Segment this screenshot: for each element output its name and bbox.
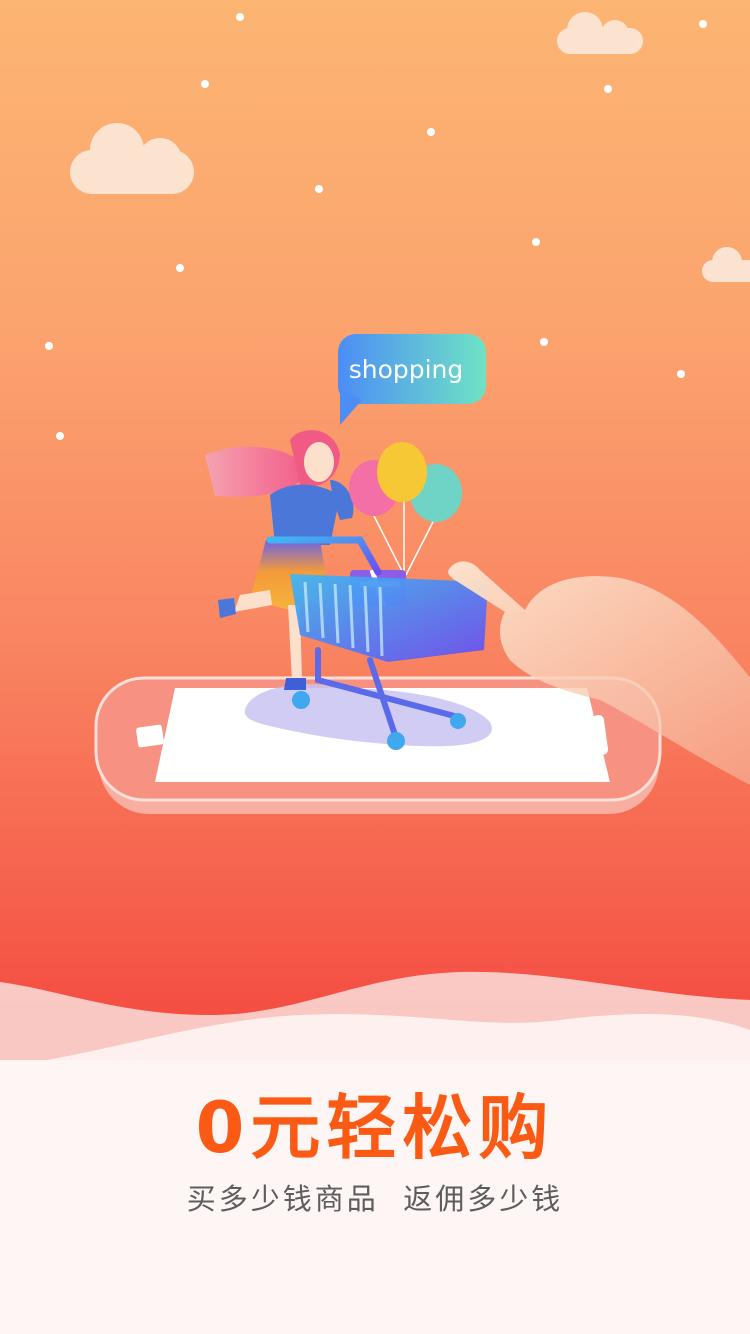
promo-subline: 买多少钱商品 返佣多少钱: [186, 1182, 564, 1216]
splash-screen: shopping 0元轻松购 买多少钱商品 返佣多少钱: [0, 0, 750, 1334]
promo-headline: 0元轻松购: [195, 1087, 555, 1169]
